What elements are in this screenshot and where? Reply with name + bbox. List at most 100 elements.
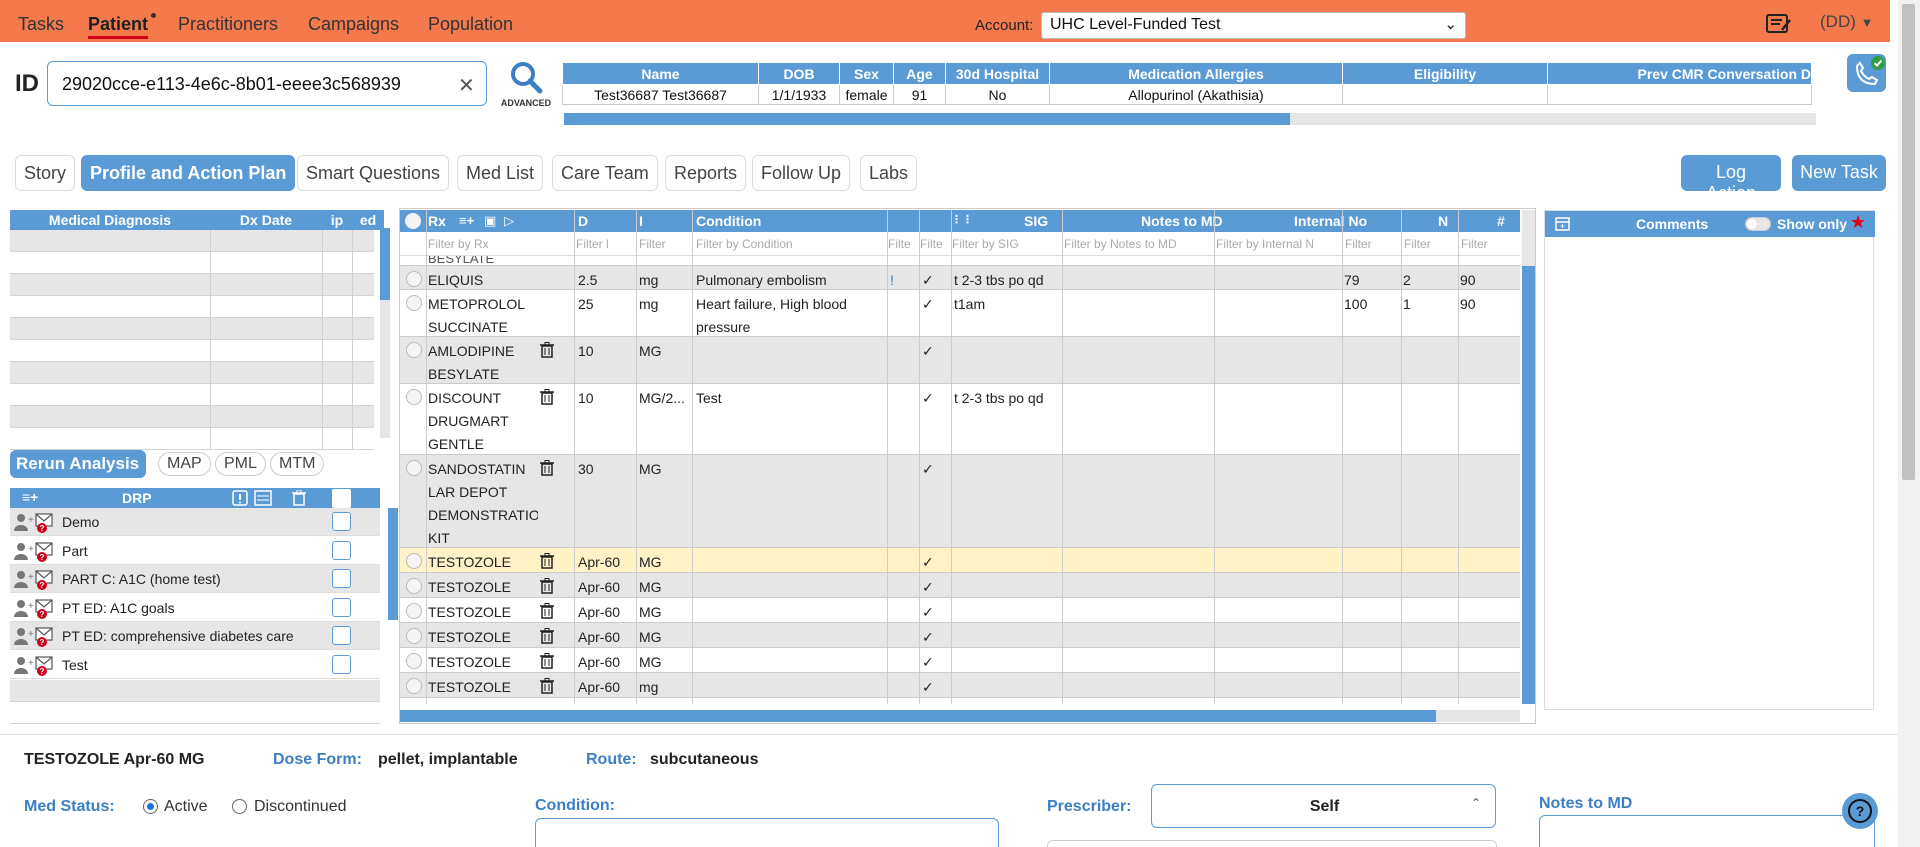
menu-dots-icon[interactable]: ⋮⋮ [951, 213, 973, 226]
rx-row[interactable]: TESTOZOLE Apr-60 MG ✓ [400, 648, 1520, 673]
filter-condition[interactable]: Filter by Condition [696, 237, 886, 251]
col-dose[interactable]: D [578, 213, 588, 229]
trash-icon[interactable] [540, 553, 554, 569]
rx-row-radio[interactable] [406, 460, 422, 476]
rx-vertical-scrollbar-thumb[interactable] [1522, 266, 1535, 704]
tab-med-list[interactable]: Med List [457, 155, 544, 191]
col-unit[interactable]: I [639, 213, 643, 229]
rx-row[interactable]: AMLODIPINE BESYLATE 10 MG ✓ [400, 337, 1520, 384]
diagnosis-scrollbar-thumb[interactable] [380, 228, 390, 300]
notes-to-md-input[interactable] [1539, 815, 1875, 847]
rx-row-radio[interactable] [406, 553, 422, 569]
select-all-radio[interactable] [405, 213, 421, 229]
mtm-button[interactable]: MTM [270, 452, 325, 476]
rx-row[interactable]: SANDOSTATIN LAR DEPOT DEMONSTRATION KIT 3… [400, 455, 1520, 548]
select-all-checkbox[interactable] [332, 489, 351, 508]
diagnosis-row[interactable] [10, 318, 374, 340]
rx-row-radio[interactable] [406, 295, 422, 311]
rerun-analysis-button[interactable]: Rerun Analysis [10, 450, 146, 478]
clear-icon[interactable]: ✕ [458, 73, 475, 98]
trash-icon[interactable] [540, 678, 554, 694]
diagnosis-row[interactable] [10, 340, 374, 362]
nav-tab-campaigns[interactable]: Campaigns [308, 14, 399, 35]
status-active-radio[interactable] [143, 799, 158, 814]
rx-vertical-scrollbar[interactable] [1522, 210, 1535, 704]
trash-icon[interactable] [540, 603, 554, 619]
rx-row-radio[interactable] [406, 389, 422, 405]
play-icon[interactable]: ▷ [504, 213, 514, 229]
diagnosis-row[interactable] [10, 428, 374, 450]
filter-unit[interactable]: Filter [639, 237, 689, 251]
patient-table-scrollbar[interactable] [564, 113, 1816, 125]
filter-sig[interactable]: Filter by SIG [952, 237, 1052, 251]
drp-item[interactable]: +? Part [10, 537, 380, 565]
map-button[interactable]: MAP [158, 452, 211, 476]
filter-rx[interactable]: Filter by Rx [428, 237, 568, 251]
add-list-icon[interactable]: ≡+ [22, 489, 38, 505]
rx-row-radio[interactable] [406, 653, 422, 669]
pml-button[interactable]: PML [215, 452, 266, 476]
trash-icon[interactable] [540, 578, 554, 594]
rx-row[interactable]: METOPROLOL SUCCINATE 25 mg Heart failure, H… [400, 290, 1520, 337]
nav-tab-patient[interactable]: Patient [88, 14, 149, 39]
tab-smart-questions[interactable]: Smart Questions [297, 155, 450, 191]
rx-row[interactable]: TESTOZOLE Apr-60 MG ✓ [400, 548, 1520, 573]
trash-icon[interactable] [540, 389, 554, 405]
trash-icon[interactable] [540, 628, 554, 644]
trash-icon[interactable] [540, 460, 554, 476]
filter-flag-1[interactable]: Filte [888, 237, 914, 251]
nav-tab-practitioners[interactable]: Practitioners [178, 14, 278, 35]
trash-icon[interactable] [292, 490, 306, 506]
tab-reports[interactable]: Reports [665, 155, 747, 191]
patient-row[interactable]: Test36687 Test36687 1/1/1933 female 91 N… [562, 84, 1812, 105]
page-scrollbar-thumb[interactable] [1902, 4, 1915, 480]
assign-envelope-icon[interactable]: +? [14, 568, 56, 591]
rx-row-radio[interactable] [406, 271, 422, 287]
col-n[interactable]: N [1438, 213, 1448, 229]
new-task-button[interactable]: New Task [1792, 155, 1886, 191]
rx-row-radio[interactable] [406, 678, 422, 694]
rx-row-radio[interactable] [406, 628, 422, 644]
diagnosis-row[interactable] [10, 406, 374, 428]
assign-envelope-icon[interactable]: +? [14, 540, 56, 562]
drp-scrollbar[interactable] [388, 508, 398, 620]
rx-row-partial[interactable]: BESYLATE [400, 256, 1520, 266]
show-only-toggle[interactable] [1745, 217, 1771, 231]
drp-item[interactable]: +? PART C: A1C (home test) [10, 565, 380, 594]
drp-item[interactable]: +? Demo [10, 508, 380, 536]
filter-dose[interactable]: Filter l [576, 237, 632, 251]
diagnosis-row[interactable] [10, 230, 374, 252]
diagnosis-scrollbar[interactable] [380, 228, 390, 438]
add-rx-icon[interactable]: ≡+ [459, 213, 474, 228]
notepad-icon[interactable] [1766, 14, 1792, 34]
account-select[interactable]: UHC Level-Funded Test ⌄ [1041, 12, 1466, 39]
rx-row-radio[interactable] [406, 603, 422, 619]
assign-envelope-icon[interactable]: +? [14, 511, 56, 533]
filter-last[interactable]: Filter [1461, 237, 1501, 251]
alert-icon[interactable] [232, 490, 248, 506]
condition-input[interactable] [535, 818, 999, 847]
tab-story[interactable]: Story [15, 155, 76, 191]
call-button[interactable] [1847, 54, 1886, 92]
assign-envelope-icon[interactable]: +? [14, 654, 56, 676]
drp-item-checkbox[interactable] [332, 540, 351, 560]
drp-item-checkbox[interactable] [332, 512, 351, 531]
diagnosis-row[interactable] [10, 362, 374, 384]
col-rx[interactable]: Rx [428, 213, 446, 229]
trash-icon[interactable] [540, 342, 554, 358]
nav-tab-population[interactable]: Population [428, 14, 513, 35]
drp-item-checkbox[interactable] [332, 626, 351, 646]
stop-icon[interactable]: ▣ [484, 213, 496, 229]
prescriber-extra-field[interactable] [1047, 840, 1497, 847]
export-icon[interactable] [254, 490, 272, 506]
rx-horizontal-scrollbar-thumb[interactable] [400, 710, 1436, 722]
patient-id-input[interactable]: 29020cce-e113-4e6c-8b01-eeee3c568939 [47, 61, 487, 106]
rx-row-radio[interactable] [406, 578, 422, 594]
col-internal-notes[interactable]: Internal No [1294, 213, 1367, 229]
diagnosis-row[interactable] [10, 274, 374, 296]
assign-envelope-icon[interactable]: +? [14, 625, 56, 648]
rx-row[interactable]: TESTOZOLE Apr-60 mg ✓ [400, 673, 1520, 698]
drp-scrollbar-thumb[interactable] [388, 508, 398, 620]
diagnosis-row[interactable] [10, 296, 374, 318]
drp-item-checkbox[interactable] [332, 569, 351, 589]
